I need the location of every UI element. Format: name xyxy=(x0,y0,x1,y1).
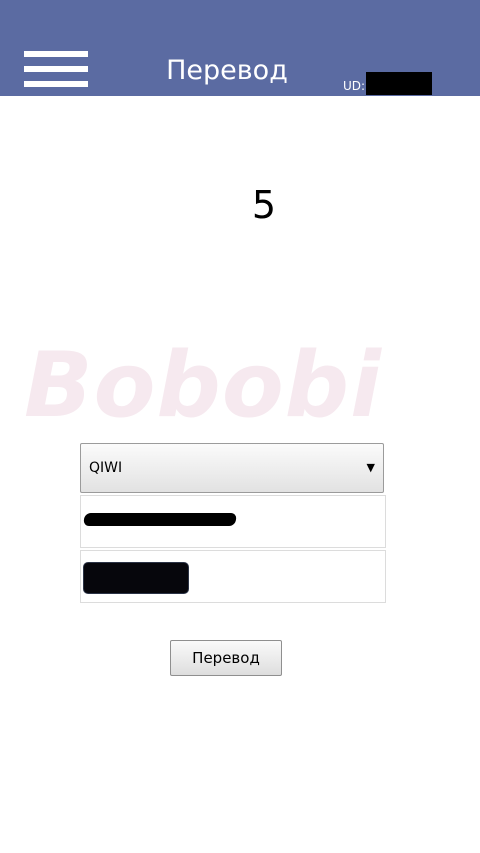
transfer-button[interactable]: Перевод xyxy=(170,640,282,676)
ud-label: UD: xyxy=(343,79,366,93)
page-title: Перевод xyxy=(166,55,288,86)
ud-value-redacted xyxy=(366,72,432,95)
watermark: Bobobi xyxy=(24,333,382,438)
menu-bar xyxy=(24,66,88,72)
amount-display: 5 xyxy=(251,183,277,227)
payment-system-select[interactable]: QIWI ▼ xyxy=(80,443,384,493)
app-header: Перевод UD: xyxy=(0,0,480,96)
menu-bar xyxy=(24,51,88,57)
payment-system-selected: QIWI xyxy=(89,460,123,476)
hamburger-menu-icon[interactable] xyxy=(24,51,88,87)
amount-input-field[interactable] xyxy=(80,550,386,603)
transfer-screen: Перевод UD: 5 Bobobi QIWI ▼ Перевод xyxy=(0,0,480,853)
redacted-value xyxy=(83,562,189,594)
wallet-number-field[interactable] xyxy=(80,495,386,548)
triangle-down-icon: ▼ xyxy=(366,461,375,474)
menu-bar xyxy=(24,81,88,87)
redacted-value xyxy=(83,513,237,526)
